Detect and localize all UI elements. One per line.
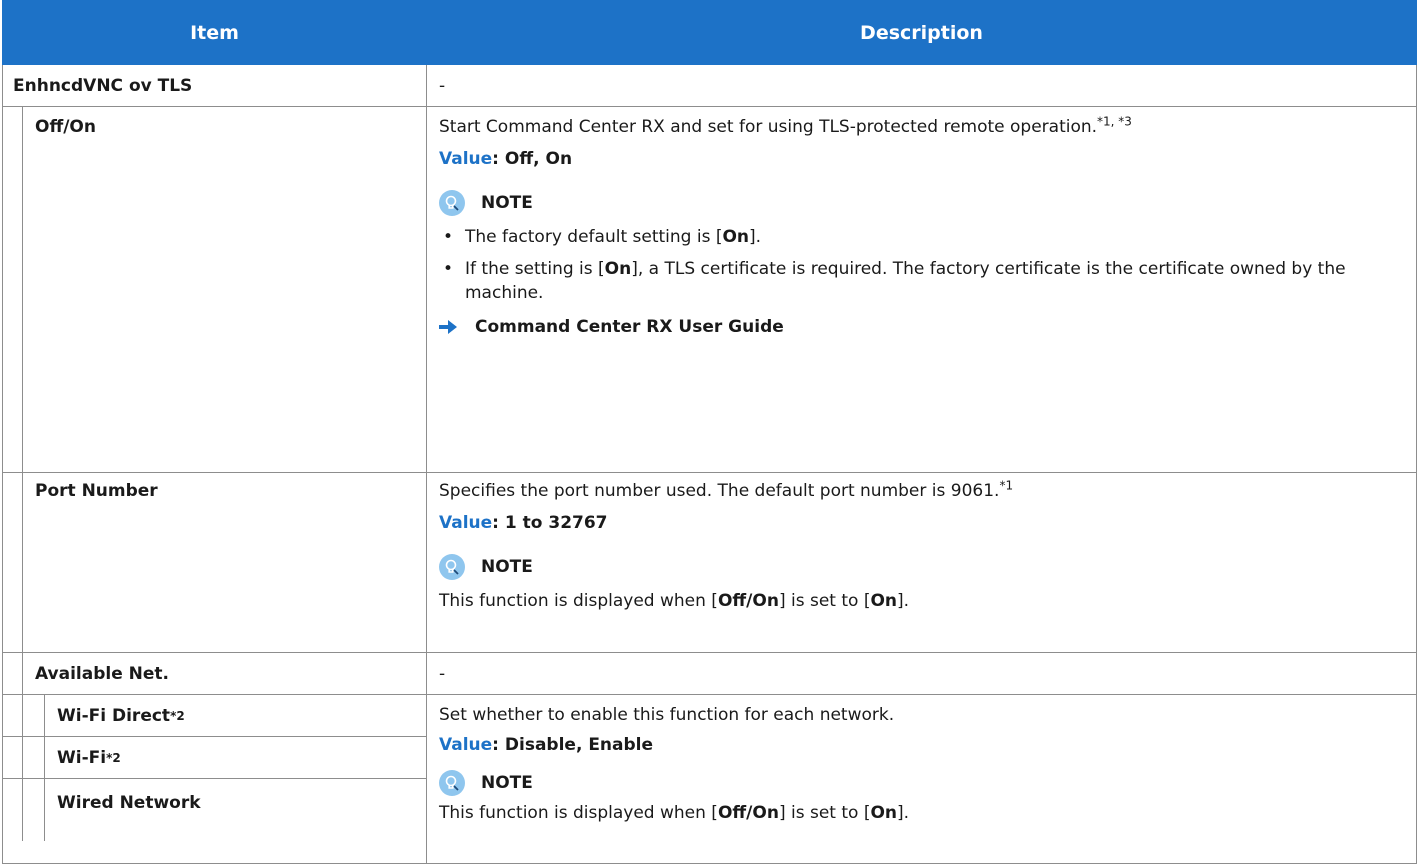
item-label-enhncdvnc: EnhncdVNC ov TLS: [13, 76, 193, 96]
list-item: Wi-Fi Direct *2: [3, 695, 426, 737]
item-cell: EnhncdVNC ov TLS: [2, 64, 427, 107]
reference-text: Command Center RX User Guide: [475, 317, 784, 337]
list-item: If the setting is [On], a TLS certificat…: [439, 257, 1402, 305]
table-row: Off/On Start Command Center RX and set f…: [2, 106, 1417, 473]
note-heading: NOTE: [439, 769, 1402, 797]
list-item: Wi-Fi *2: [3, 737, 426, 779]
value-label: Value: [439, 513, 493, 533]
item-cell: Port Number: [2, 472, 427, 653]
note-heading: NOTE: [439, 189, 1402, 217]
indent-line: [44, 694, 45, 841]
note-lightbulb-icon: [439, 190, 465, 216]
item-label-wifi: Wi-Fi: [57, 747, 107, 768]
description-cell: Start Command Center RX and set for usin…: [426, 106, 1417, 473]
note-heading: NOTE: [439, 553, 1402, 581]
list-item: Wired Network: [3, 779, 426, 863]
item-cell: Available Net.: [2, 652, 427, 695]
value-line: Value: Off, On: [439, 147, 1402, 171]
settings-table: Item Description EnhncdVNC ov TLS - Off/…: [2, 0, 1417, 864]
reference-link[interactable]: Command Center RX User Guide: [439, 315, 1402, 339]
value-text: : 1 to 32767: [492, 513, 608, 533]
description-dash: -: [439, 664, 446, 684]
description-cell: -: [426, 64, 1417, 107]
value-label: Value: [439, 735, 493, 755]
table-row: Port Number Specifies the port number us…: [2, 472, 1417, 653]
item-label-port-number: Port Number: [35, 481, 158, 501]
column-header-description: Description: [426, 0, 1417, 65]
table-header-row: Item Description: [2, 0, 1417, 65]
note-lightbulb-icon: [439, 554, 465, 580]
indent-line: [22, 106, 23, 841]
description-text: Set whether to enable this function for …: [439, 705, 895, 725]
footnote-ref: *1: [999, 478, 1014, 493]
description-text: Specifies the port number used. The defa…: [439, 478, 1014, 501]
item-label-available-net: Available Net.: [35, 664, 170, 684]
table-row: EnhncdVNC ov TLS -: [2, 64, 1417, 107]
table-row: Available Net. -: [2, 652, 1417, 695]
footnote-ref: *1, *3: [1097, 114, 1132, 129]
value-line: Value: Disable, Enable: [439, 733, 1402, 757]
value-line: Value: 1 to 32767: [439, 511, 1402, 535]
value-text: : Disable, Enable: [492, 735, 654, 755]
settings-table-page: Item Description EnhncdVNC ov TLS - Off/…: [0, 0, 1418, 864]
arrow-right-icon: [439, 320, 457, 334]
column-header-item: Item: [2, 0, 427, 65]
description-cell: Specifies the port number used. The defa…: [426, 472, 1417, 653]
item-cell: Wi-Fi Direct *2 Wi-Fi *2 Wired Network: [2, 694, 427, 864]
value-label: Value: [439, 149, 493, 169]
note-lightbulb-icon: [439, 770, 465, 796]
item-label-off-on: Off/On: [35, 117, 96, 137]
value-text: : Off, On: [492, 149, 573, 169]
note-title: NOTE: [481, 773, 533, 793]
note-text: This function is displayed when [Off/On]…: [439, 591, 910, 611]
description-cell: Set whether to enable this function for …: [426, 694, 1417, 864]
note-title: NOTE: [481, 193, 533, 213]
item-label-wifi-direct: Wi-Fi Direct: [57, 705, 171, 726]
list-item: The factory default setting is [On].: [439, 225, 1402, 249]
note-list: The factory default setting is [On]. If …: [439, 225, 1402, 305]
note-text: This function is displayed when [Off/On]…: [439, 803, 910, 823]
note-title: NOTE: [481, 557, 533, 577]
description-dash: -: [439, 76, 446, 96]
description-text: Start Command Center RX and set for usin…: [439, 114, 1132, 137]
description-cell: -: [426, 652, 1417, 695]
item-cell: Off/On: [2, 106, 427, 473]
table-row: Wi-Fi Direct *2 Wi-Fi *2 Wired Network Set…: [2, 694, 1417, 864]
item-label-wired-network: Wired Network: [57, 793, 201, 813]
